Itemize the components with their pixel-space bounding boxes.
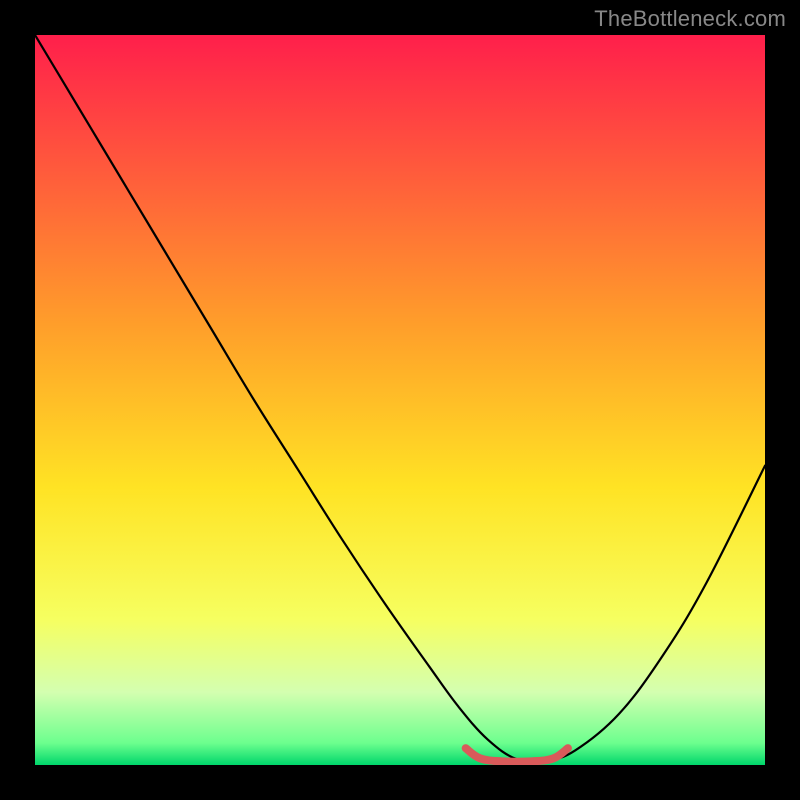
gradient-background	[35, 35, 765, 765]
bottleneck-chart	[35, 35, 765, 765]
watermark-text: TheBottleneck.com	[594, 6, 786, 32]
chart-frame: TheBottleneck.com	[0, 0, 800, 800]
plot-area	[35, 35, 765, 765]
